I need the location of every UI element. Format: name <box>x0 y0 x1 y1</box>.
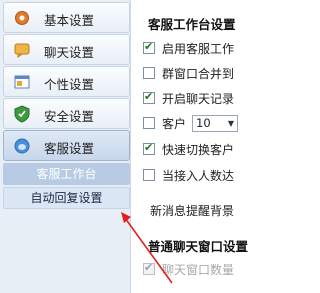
option-chat-window-count: 聊天窗口数量 <box>143 261 234 277</box>
sidebar-item-label: 聊天设置 <box>44 45 95 60</box>
checkbox[interactable] <box>143 117 155 129</box>
option-customer-count[interactable]: 客户 10 ▼ <box>143 114 239 132</box>
sub-item-service-workbench[interactable]: 客服工作台 <box>3 163 130 185</box>
chevron-down-icon: ▼ <box>227 118 235 128</box>
sidebar-item-chat[interactable]: 聊天设置 <box>3 34 130 65</box>
chat-bubble-icon <box>13 41 31 59</box>
shield-icon <box>13 105 31 123</box>
checkbox[interactable] <box>143 90 155 104</box>
settings-sidebar: 基本设置 聊天设置 个性设置 安全设置 客服设置 客服工作台 自动回复设置 <box>0 0 131 293</box>
settings-content: 客服工作台设置 启用客服工作 群窗口合并到 开启聊天记录 客户 10 ▼ 快速切… <box>131 0 250 293</box>
option-chat-history[interactable]: 开启聊天记录 <box>143 90 234 106</box>
sidebar-item-label: 个性设置 <box>44 77 95 92</box>
message-reminder-label: 新消息提醒背景 <box>150 204 235 218</box>
checkbox <box>143 261 155 275</box>
section-title-normal-chat: 普通聊天窗口设置 <box>148 239 249 254</box>
sidebar-item-security[interactable]: 安全设置 <box>3 98 130 129</box>
checkbox[interactable] <box>143 141 155 155</box>
headset-icon <box>13 137 31 155</box>
sidebar-item-basic[interactable]: 基本设置 <box>3 2 130 33</box>
window-icon <box>13 73 31 91</box>
checkbox[interactable] <box>143 40 155 54</box>
sidebar-item-label: 客服设置 <box>44 141 95 156</box>
option-quick-switch[interactable]: 快速切换客户 <box>143 141 234 157</box>
option-enable-workbench[interactable]: 启用客服工作 <box>143 40 234 56</box>
sub-item-auto-reply[interactable]: 自动回复设置 <box>3 187 130 209</box>
sidebar-item-customer-service[interactable]: 客服设置 <box>3 130 130 161</box>
customer-count-select[interactable]: 10 ▼ <box>192 114 239 132</box>
section-title-workbench: 客服工作台设置 <box>148 17 236 32</box>
sidebar-item-personal[interactable]: 个性设置 <box>3 66 130 97</box>
checkbox[interactable] <box>143 67 155 79</box>
option-max-customers[interactable]: 当接入人数达 <box>143 167 234 183</box>
checkbox[interactable] <box>143 169 155 181</box>
option-merge-group-window[interactable]: 群窗口合并到 <box>143 65 234 81</box>
sidebar-item-label: 安全设置 <box>44 109 95 124</box>
gear-icon <box>13 9 31 27</box>
sidebar-item-label: 基本设置 <box>44 13 95 28</box>
